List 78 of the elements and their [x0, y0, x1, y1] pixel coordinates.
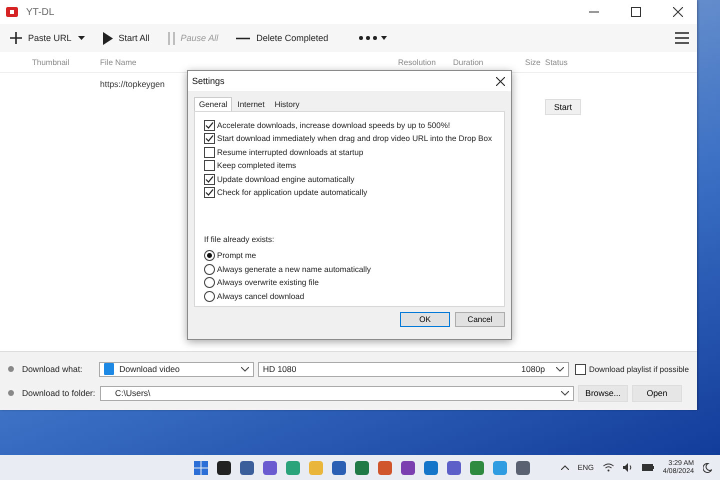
- caret-icon[interactable]: [240, 366, 249, 372]
- window-title: YT-DL: [26, 6, 54, 18]
- radio-label[interactable]: Always cancel download: [217, 292, 304, 300]
- dropdown-value: HD 1080: [262, 364, 296, 374]
- checkbox-label[interactable]: Accelerate downloads, increase download speeds by up to 500%!: [217, 120, 450, 130]
- speaker-icon[interactable]: [622, 463, 633, 472]
- resolution-tag: 1080p: [521, 364, 545, 374]
- radio-button[interactable]: [204, 290, 215, 302]
- close-icon[interactable]: [673, 7, 683, 17]
- caret-icon[interactable]: [556, 366, 564, 372]
- dialog-title: Settings: [192, 76, 225, 86]
- dropdown-value: C:\Users\: [115, 388, 150, 398]
- open-button[interactable]: Open: [632, 384, 682, 402]
- checkbox[interactable]: [204, 133, 215, 144]
- paste-url-label: Paste URL: [28, 33, 72, 43]
- checkbox[interactable]: [204, 146, 215, 158]
- settings-tab[interactable]: General: [194, 97, 232, 111]
- delete-completed-label: Delete Completed: [256, 33, 328, 43]
- checkbox-label[interactable]: Keep completed items: [217, 161, 296, 170]
- video-icon: [104, 363, 114, 375]
- browse-button[interactable]: Browse...: [578, 384, 628, 402]
- windows-logo-icon[interactable]: [194, 460, 208, 474]
- radio-button[interactable]: [204, 250, 215, 261]
- paste-url-button[interactable]: Paste URL: [8, 30, 87, 46]
- column-header: Duration: [453, 58, 484, 66]
- wifi-icon[interactable]: [602, 463, 614, 472]
- maximize-icon[interactable]: [631, 7, 641, 17]
- start-all-label: Start All: [118, 33, 150, 43]
- checkbox-label[interactable]: Resume interrupted downloads at startup: [217, 148, 364, 156]
- app-logo-icon: [6, 6, 18, 18]
- quality-dropdown[interactable]: HD 1080 1080p: [258, 362, 569, 376]
- download-type-dropdown[interactable]: Download video: [99, 362, 254, 376]
- cancel-button[interactable]: Cancel: [455, 312, 505, 327]
- caret-icon[interactable]: [561, 390, 569, 396]
- download-what-label: Download what:: [22, 364, 84, 374]
- moon-icon[interactable]: [703, 462, 712, 472]
- ok-button[interactable]: OK: [400, 312, 450, 327]
- app-icon[interactable]: [217, 460, 231, 474]
- file-exists-label: If file already exists:: [204, 235, 276, 246]
- checkbox[interactable]: [574, 364, 586, 374]
- caret-icon[interactable]: [78, 36, 85, 40]
- chevron-up-icon[interactable]: [560, 465, 569, 470]
- folder-dropdown[interactable]: C:\Users\: [100, 386, 574, 400]
- menu-icon[interactable]: [675, 32, 689, 44]
- column-header: Resolution: [398, 58, 437, 66]
- start-button[interactable]: Start: [545, 99, 581, 115]
- radio-button[interactable]: [204, 277, 215, 288]
- radio-label[interactable]: Always overwrite existing file: [217, 278, 319, 287]
- pause-all-label: Pause All: [180, 33, 218, 43]
- checkbox[interactable]: [204, 187, 215, 198]
- column-header: Thumbnail: [31, 58, 70, 66]
- checkbox-label[interactable]: Download playlist if possible: [588, 364, 689, 374]
- checkbox-label[interactable]: Start download immediately when drag and drop video URL into the Drop Box: [217, 134, 492, 143]
- column-header: Status: [545, 58, 569, 66]
- battery-icon[interactable]: [642, 464, 654, 471]
- bullet-icon: [8, 366, 14, 372]
- checkbox[interactable]: [204, 174, 215, 184]
- column-header: Size: [525, 58, 542, 66]
- close-icon[interactable]: [496, 76, 505, 86]
- checkbox[interactable]: [204, 160, 215, 171]
- pause-icon: [168, 32, 175, 44]
- radio-label[interactable]: Prompt me: [217, 251, 256, 260]
- more-options-icon[interactable]: [358, 35, 388, 41]
- radio-button[interactable]: [204, 264, 215, 274]
- table-cell: https://topkeygen: [100, 79, 165, 89]
- checkbox-label[interactable]: Update download engine automatically: [217, 174, 354, 184]
- start-all-button[interactable]: Start All: [100, 30, 152, 46]
- plus-icon: [10, 32, 22, 44]
- delete-completed-button[interactable]: Delete Completed: [234, 31, 330, 45]
- checkbox[interactable]: [204, 120, 215, 130]
- download-folder-label: Download to folder:: [22, 388, 96, 398]
- dropdown-value: Download video: [119, 364, 180, 374]
- column-header: File Name: [100, 58, 138, 66]
- bullet-icon: [8, 390, 14, 396]
- radio-label[interactable]: Always generate a new name automatically: [217, 264, 371, 274]
- minus-icon: [236, 36, 250, 40]
- checkbox-label[interactable]: Check for application update automatically: [217, 188, 368, 197]
- play-icon: [102, 32, 113, 44]
